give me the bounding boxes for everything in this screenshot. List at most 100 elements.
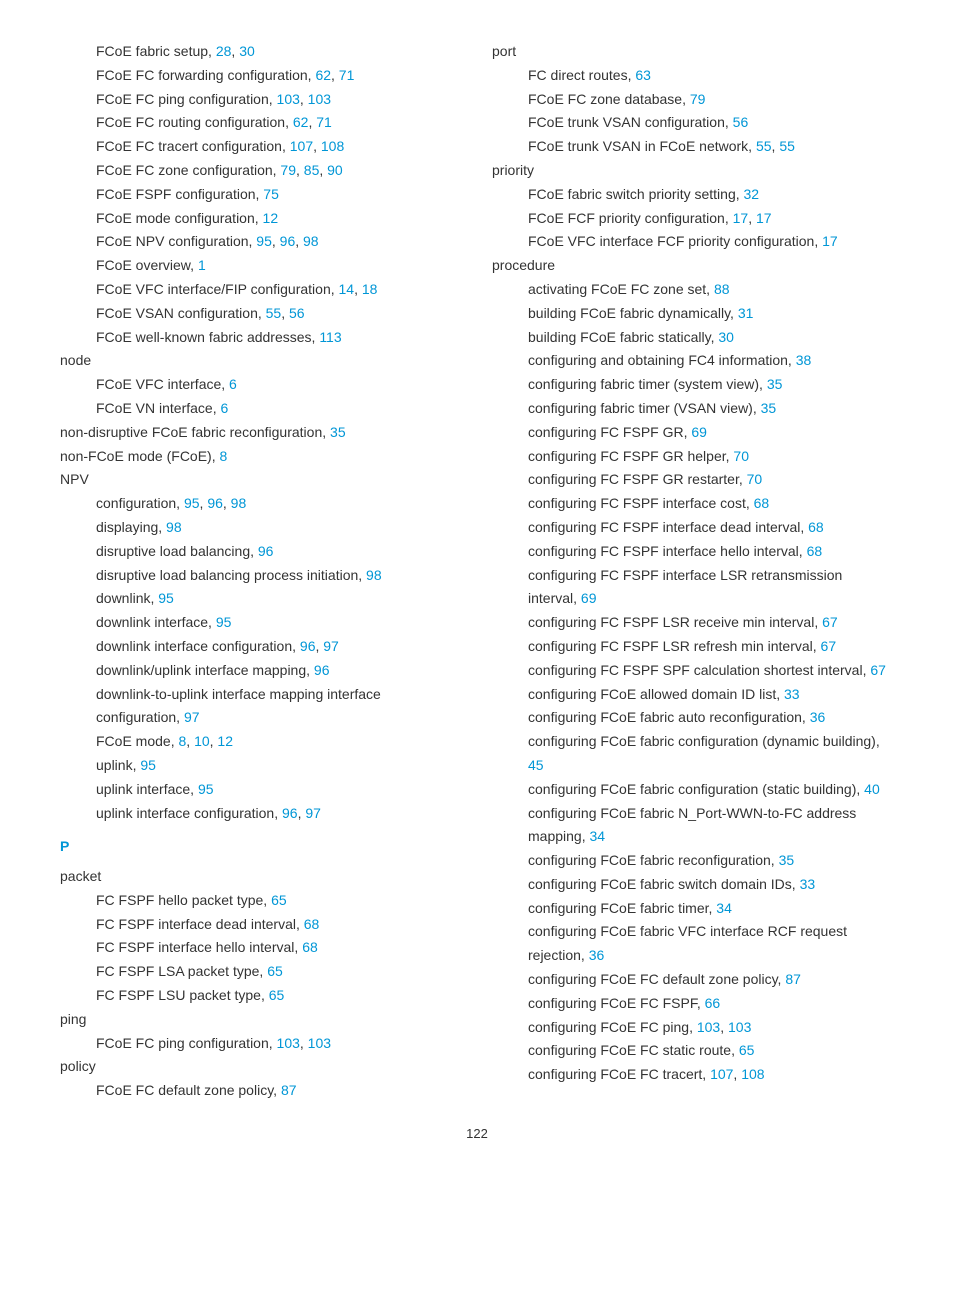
- page-link[interactable]: 12: [263, 210, 279, 226]
- page-link[interactable]: 1: [198, 257, 206, 273]
- page-link[interactable]: 68: [302, 939, 318, 955]
- page-link[interactable]: 103: [277, 1035, 300, 1051]
- page-link[interactable]: 30: [718, 329, 734, 345]
- page-link[interactable]: 70: [747, 471, 763, 487]
- page-link[interactable]: 103: [277, 91, 300, 107]
- page-link[interactable]: 69: [691, 424, 707, 440]
- page-link[interactable]: 107: [290, 138, 313, 154]
- page-link[interactable]: 69: [581, 590, 597, 606]
- page-link[interactable]: 113: [319, 329, 341, 345]
- page-link[interactable]: 67: [870, 662, 886, 678]
- page-link[interactable]: 79: [280, 162, 296, 178]
- page-link[interactable]: 55: [779, 138, 795, 154]
- page-link[interactable]: 95: [140, 757, 156, 773]
- page-link[interactable]: 68: [754, 495, 770, 511]
- page-link[interactable]: 35: [330, 424, 346, 440]
- page-link[interactable]: 55: [266, 305, 282, 321]
- index-entry: disruptive load balancing process initia…: [60, 564, 462, 588]
- page-link[interactable]: 17: [756, 210, 772, 226]
- page-link[interactable]: 28: [216, 43, 232, 59]
- page-link[interactable]: 90: [327, 162, 343, 178]
- entry-text: configuring FC FSPF interface dead inter…: [528, 519, 808, 535]
- page-link[interactable]: 98: [303, 233, 319, 249]
- page-link[interactable]: 103: [308, 91, 331, 107]
- page-link[interactable]: 62: [315, 67, 331, 83]
- page-link[interactable]: 33: [800, 876, 816, 892]
- page-link[interactable]: 97: [184, 709, 200, 725]
- page-link[interactable]: 75: [263, 186, 279, 202]
- page-link[interactable]: 96: [280, 233, 296, 249]
- page-link[interactable]: 97: [305, 805, 321, 821]
- page-link[interactable]: 6: [229, 376, 237, 392]
- page-link[interactable]: 30: [239, 43, 255, 59]
- page-link[interactable]: 65: [739, 1042, 755, 1058]
- page-link[interactable]: 107: [710, 1066, 733, 1082]
- page-link[interactable]: 6: [221, 400, 229, 416]
- page-link[interactable]: 17: [733, 210, 749, 226]
- page-link[interactable]: 95: [184, 495, 200, 511]
- page-link[interactable]: 96: [300, 638, 316, 654]
- page-link[interactable]: 108: [741, 1066, 764, 1082]
- page-link[interactable]: 96: [282, 805, 298, 821]
- page-link[interactable]: 87: [281, 1082, 297, 1098]
- page-link[interactable]: 70: [733, 448, 749, 464]
- page-link[interactable]: 95: [198, 781, 214, 797]
- page-link[interactable]: 95: [158, 590, 174, 606]
- page-link[interactable]: 103: [308, 1035, 331, 1051]
- page-link[interactable]: 10: [194, 733, 210, 749]
- page-link[interactable]: 33: [784, 686, 800, 702]
- page-link[interactable]: 63: [635, 67, 651, 83]
- page-link[interactable]: 68: [304, 916, 320, 932]
- page-link[interactable]: 12: [217, 733, 233, 749]
- page-link[interactable]: 34: [589, 828, 605, 844]
- page-link[interactable]: 18: [362, 281, 378, 297]
- page-link[interactable]: 65: [267, 963, 283, 979]
- page-link[interactable]: 88: [714, 281, 730, 297]
- page-link[interactable]: 65: [271, 892, 287, 908]
- page-link[interactable]: 55: [756, 138, 772, 154]
- page-link[interactable]: 36: [589, 947, 605, 963]
- page-link[interactable]: 56: [733, 114, 749, 130]
- page-link[interactable]: 68: [808, 519, 824, 535]
- page-link[interactable]: 68: [807, 543, 823, 559]
- page-link[interactable]: 95: [256, 233, 272, 249]
- page-link[interactable]: 108: [321, 138, 344, 154]
- page-link[interactable]: 35: [761, 400, 777, 416]
- page-link[interactable]: 67: [821, 638, 837, 654]
- page-link[interactable]: 14: [339, 281, 355, 297]
- page-link[interactable]: 56: [289, 305, 305, 321]
- page-link[interactable]: 97: [323, 638, 339, 654]
- page-link[interactable]: 35: [779, 852, 795, 868]
- page-link[interactable]: 71: [339, 67, 355, 83]
- page-link[interactable]: 8: [178, 733, 186, 749]
- index-entry: configuring FC FSPF SPF calculation shor…: [492, 659, 894, 683]
- page-link[interactable]: 66: [705, 995, 721, 1011]
- page-link[interactable]: 98: [166, 519, 182, 535]
- page-link[interactable]: 79: [690, 91, 706, 107]
- page-link[interactable]: 38: [796, 352, 812, 368]
- page-link[interactable]: 103: [728, 1019, 751, 1035]
- page-link[interactable]: 36: [810, 709, 826, 725]
- page-link[interactable]: 96: [207, 495, 223, 511]
- page-link[interactable]: 87: [785, 971, 801, 987]
- page-link[interactable]: 65: [269, 987, 285, 1003]
- page-link[interactable]: 31: [738, 305, 754, 321]
- page-link[interactable]: 62: [293, 114, 309, 130]
- page-link[interactable]: 96: [258, 543, 274, 559]
- page-link[interactable]: 32: [744, 186, 760, 202]
- page-link[interactable]: 40: [864, 781, 880, 797]
- page-link[interactable]: 103: [697, 1019, 720, 1035]
- page-link[interactable]: 96: [314, 662, 330, 678]
- page-link[interactable]: 85: [304, 162, 320, 178]
- page-link[interactable]: 8: [220, 448, 228, 464]
- page-link[interactable]: 98: [231, 495, 247, 511]
- page-link[interactable]: 67: [822, 614, 838, 630]
- page-link[interactable]: 17: [822, 233, 838, 249]
- page-link[interactable]: 45: [528, 757, 544, 773]
- page-link[interactable]: 95: [216, 614, 232, 630]
- page-link[interactable]: 71: [316, 114, 332, 130]
- page-link[interactable]: 34: [716, 900, 732, 916]
- entry-text: FCoE fabric setup,: [96, 43, 216, 59]
- page-link[interactable]: 35: [767, 376, 783, 392]
- page-link[interactable]: 98: [366, 567, 382, 583]
